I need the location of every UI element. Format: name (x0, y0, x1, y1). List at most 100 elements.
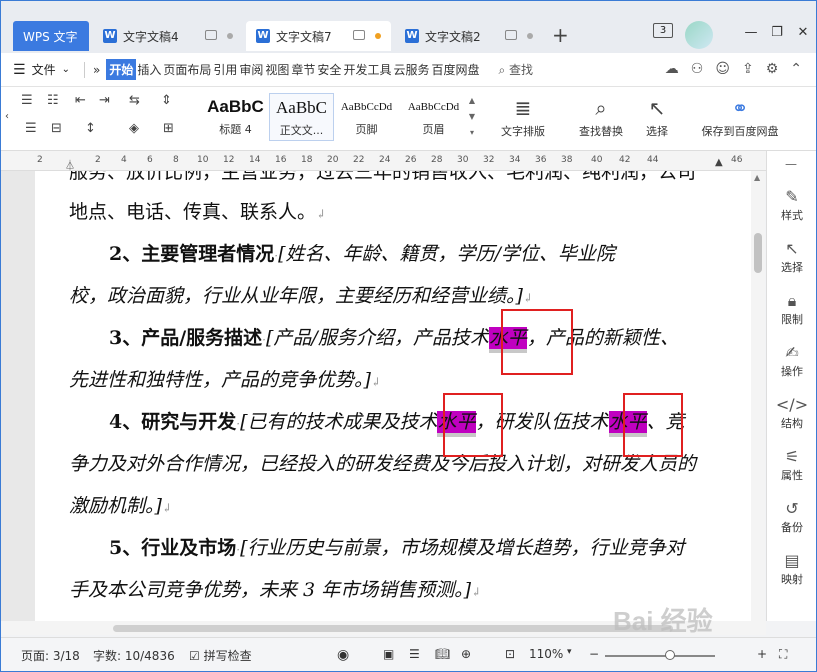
menu-item-layout[interactable]: 页面布局 (162, 59, 212, 80)
paragraph-5[interactable]: 5、行业及市场·[行业历史与前景，市场规模及增长趋势，行业竞争对 (109, 533, 751, 560)
close-button[interactable]: ✕ (790, 25, 816, 40)
tab-doc4[interactable]: W 文字文稿4 (93, 21, 243, 51)
menu-item-references[interactable]: 引用 (212, 59, 238, 80)
numbered-list-icon[interactable]: ☷ (47, 93, 59, 108)
user-avatar[interactable] (685, 21, 713, 49)
tab-wps-home[interactable]: WPS 文字 (13, 21, 89, 51)
zoom-out-icon[interactable]: − (589, 647, 599, 661)
reading-view-icon[interactable]: 📖︎ (435, 647, 450, 661)
menu-item-review[interactable]: 审阅 (238, 59, 264, 80)
menu-item-insert[interactable]: 插入 (136, 59, 162, 80)
monitor-icon[interactable] (205, 30, 217, 40)
vertical-scrollbar[interactable]: ▲ (751, 171, 765, 621)
text-line[interactable]: 手及本公司竞争优势，未来 3 年市场销售预测。]↲ (69, 575, 749, 602)
save-baidu-button[interactable]: ⚭ 保存到百度网盘 (693, 93, 787, 139)
eye-protection-icon[interactable]: ◉ (337, 647, 349, 663)
fullscreen-icon[interactable]: ⛶ (779, 647, 787, 662)
style-body-text[interactable]: AaBbC 正文文... (269, 93, 334, 141)
text-line[interactable]: 先进性和独特性，产品的竞争优势。]↲ (69, 365, 749, 392)
sidebar-item-structure[interactable]: </> 结构 (767, 395, 817, 431)
zoom-slider-handle[interactable] (665, 650, 675, 660)
text-line[interactable]: 校，政治面貌，行业从业年限，主要经历和经营业绩。]↲ (69, 281, 749, 308)
shading-icon[interactable]: ◈ (129, 121, 139, 136)
spell-check-toggle[interactable]: ☑ 拼写检查 (189, 647, 252, 664)
hscroll-thumb[interactable] (113, 625, 673, 632)
sidebar-item-backup[interactable]: ↺ 备份 (767, 499, 817, 535)
zoom-slider[interactable] (605, 655, 715, 657)
share-user-icon[interactable]: ⚇ (691, 61, 704, 77)
zoom-level[interactable]: 110% (529, 647, 563, 661)
close-dot-icon[interactable] (227, 33, 233, 39)
comment-icon[interactable]: ☺ (715, 61, 730, 77)
monitor-icon[interactable] (353, 30, 365, 40)
zoom-dropdown-icon[interactable]: ▾ (567, 647, 572, 657)
page-indicator[interactable]: 页面: 3/18 (21, 647, 80, 664)
indent-marker-icon[interactable]: ⏃ (65, 157, 75, 172)
list-indent-icon[interactable]: ☰ (21, 93, 33, 108)
search-command[interactable]: ⌕ 查找 (498, 61, 533, 78)
select-button[interactable]: ↖ 选择 (637, 93, 677, 139)
outline-view-icon[interactable]: ☰ (409, 647, 420, 661)
sidebar-item-restrict[interactable]: 🔒︎ 限制 (767, 291, 817, 327)
collapse-ribbon-icon[interactable]: ⌃ (790, 61, 802, 77)
page-view-icon[interactable]: ▣ (383, 647, 394, 661)
decrease-indent-icon[interactable]: ⇤ (75, 93, 86, 108)
restore-button[interactable]: ❐ (764, 25, 790, 40)
menu-item-home[interactable]: 开始 (106, 59, 137, 80)
paragraph-3[interactable]: 3、产品/服务描述·[产品/服务介绍，产品技术水平，产品的新颖性、 (109, 323, 751, 350)
text-direction-icon[interactable]: ⇆ (129, 93, 140, 108)
menu-item-cloud[interactable]: 云服务 (392, 59, 430, 80)
unsaved-dot-icon[interactable] (375, 33, 381, 39)
zoom-in-icon[interactable]: + (757, 647, 767, 661)
menu-item-section[interactable]: 章节 (290, 59, 316, 80)
align-left-icon[interactable]: ☰ (25, 121, 37, 136)
increase-indent-icon[interactable]: ⇥ (99, 93, 110, 108)
word-count[interactable]: 字数: 10/4836 (93, 647, 175, 664)
style-footer[interactable]: AaBbCcDd 页脚 (334, 93, 399, 141)
close-dot-icon[interactable] (527, 33, 533, 39)
cloud-sync-icon[interactable]: ☁ (665, 61, 679, 77)
paragraph-2[interactable]: 2、主要管理者情况·[姓名、年龄、籍贯，学历/学位、毕业院 (109, 239, 751, 266)
expand-arrows-icon[interactable]: » (93, 63, 100, 77)
line-spacing-icon[interactable]: ↕ (85, 121, 96, 136)
tab-doc7-active[interactable]: W 文字文稿7 (246, 21, 391, 51)
menu-item-developer[interactable]: 开发工具 (342, 59, 392, 80)
sidebar-item-properties[interactable]: ⚟ 属性 (767, 447, 817, 483)
minimize-button[interactable]: — (738, 25, 764, 40)
settings-icon[interactable]: ⚙ (766, 61, 779, 77)
menu-item-view[interactable]: 视图 (264, 59, 290, 80)
new-tab-button[interactable]: + (552, 23, 569, 47)
sidebar-item-operate[interactable]: ✍ 操作 (767, 343, 817, 379)
text-line[interactable]: 激励机制。]↲ (69, 491, 749, 518)
sidebar-label: 映射 (781, 573, 803, 586)
right-indent-marker-icon[interactable]: ▲ (715, 157, 723, 168)
find-replace-button[interactable]: ⌕ 查找替换 (571, 93, 631, 139)
collapse-panel-icon[interactable]: — (785, 157, 797, 171)
style-heading4[interactable]: AaBbC 标题 4 (203, 93, 268, 141)
text-line[interactable]: 服务、放价比例，主营业务，过去三年的销售收入、毛利润、纯利润，公司 (69, 171, 749, 184)
paragraph-spacing-icon[interactable]: ⇕ (161, 93, 172, 108)
sidebar-item-select[interactable]: ↖ 选择 (767, 239, 817, 275)
borders-icon[interactable]: ⊞ (163, 121, 174, 136)
menu-item-security[interactable]: 安全 (316, 59, 342, 80)
style-gallery-scroll[interactable]: ▲ ▼ ▾ (466, 93, 478, 141)
distribute-icon[interactable]: ⊟ (51, 121, 62, 136)
window-count-badge[interactable]: 3 (653, 23, 673, 38)
horizontal-ruler[interactable]: 2 2 4 6 8 10 12 14 16 18 20 22 24 26 28 … (1, 151, 768, 172)
document-viewport[interactable]: 服务、放价比例，主营业务，过去三年的销售收入、毛利润、纯利润，公司 地点、电话、… (1, 171, 751, 621)
ribbon-scroll-left-icon[interactable]: ‹ (5, 111, 9, 122)
file-menu[interactable]: ☰ 文件 ⌄ (13, 61, 70, 78)
web-view-icon[interactable]: ⊕ (461, 647, 471, 661)
text-line[interactable]: 地点、电话、传真、联系人。↲ (69, 197, 749, 224)
scroll-up-icon[interactable]: ▲ (754, 173, 760, 182)
text-layout-button[interactable]: ≣ 文字排版 (493, 93, 553, 139)
menu-item-baidu[interactable]: 百度网盘 (430, 59, 480, 80)
monitor-icon[interactable] (505, 30, 517, 40)
export-icon[interactable]: ⇪ (742, 61, 754, 77)
scroll-thumb[interactable] (754, 233, 762, 273)
sidebar-item-style[interactable]: ✎ 样式 (767, 187, 817, 223)
fit-zoom-icon[interactable]: ⊡ (505, 647, 515, 661)
tab-doc2[interactable]: W 文字文稿2 (395, 21, 543, 51)
style-header[interactable]: AaBbCcDd 页眉 (401, 93, 466, 141)
sidebar-item-mapping[interactable]: ▤ 映射 (767, 551, 817, 587)
